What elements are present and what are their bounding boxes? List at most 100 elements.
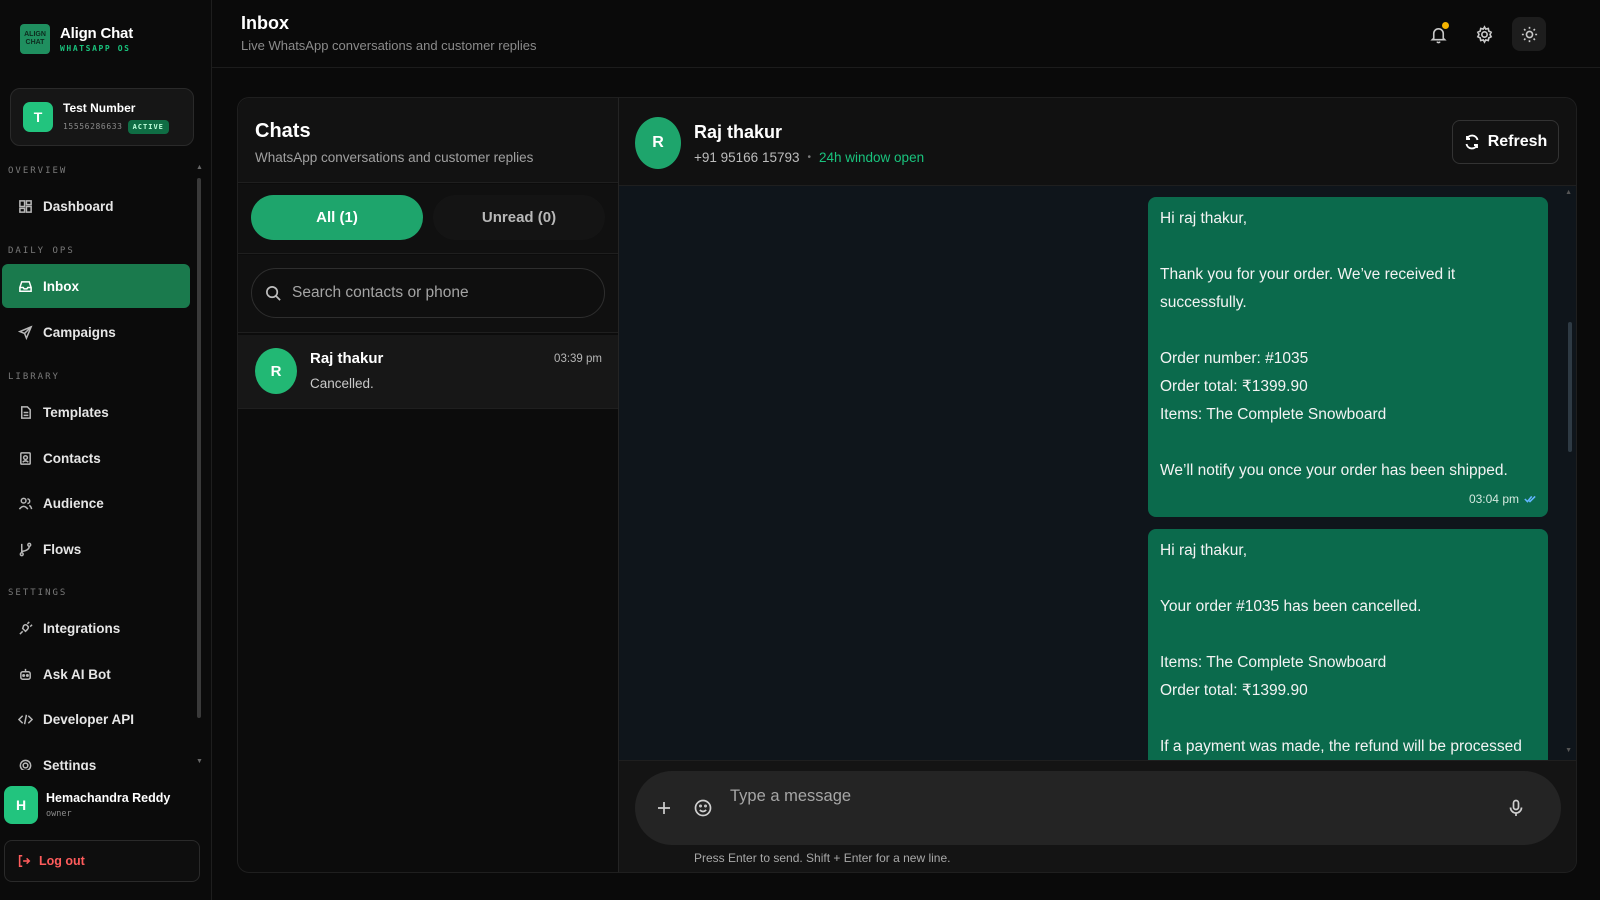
message-bubble: Hi raj thakur, Your order #1035 has been… [1148,529,1548,760]
sidebar-item-dashboard[interactable]: Dashboard [2,184,190,228]
plug-icon [19,620,33,635]
refresh-icon [1465,134,1479,150]
attach-button[interactable] [651,795,677,821]
sidebar-item-label: Campaigns [43,324,116,340]
brand[interactable]: ALIGN CHAT Align Chat WHATSAPP OS [20,24,133,54]
search-box[interactable] [251,268,605,318]
notifications-button[interactable] [1424,20,1452,48]
emoji-button[interactable] [690,795,716,821]
message-line [1160,705,1536,733]
section-label-overview: OVERVIEW [8,166,68,176]
scroll-down-arrow-icon[interactable]: ▼ [196,758,203,765]
message-line: Hi raj thakur, [1160,542,1248,559]
voice-button[interactable] [1503,795,1529,821]
message-line: Hi raj thakur, [1160,210,1248,227]
chats-panel: Chats WhatsApp conversations and custome… [237,97,618,873]
chat-contact-name: Raj thakur [310,350,384,367]
search-row [238,255,618,333]
logout-button[interactable]: Log out [4,840,200,882]
scroll-down-arrow-icon[interactable]: ▼ [1565,747,1572,754]
message-line: If a payment was made, the refund will b… [1160,738,1522,755]
message-meta: 03:04 pm [1160,491,1536,507]
sidebar-item-label: Developer API [43,711,135,727]
page-title: Inbox [241,13,289,33]
sidebar-item-settings[interactable]: Settings [2,743,190,770]
composer-area: Press Enter to send. Shift + Enter for a… [619,760,1576,872]
emoji-icon [694,799,712,817]
chat-list-item[interactable]: R Raj thakur Cancelled. 03:39 pm [238,335,618,409]
chats-header: Chats WhatsApp conversations and custome… [238,98,618,183]
sidebar-item-audience[interactable]: Audience [2,481,190,525]
message-input[interactable] [730,781,1490,811]
contact-book-icon [20,451,31,465]
message-time: 03:04 pm [1468,492,1519,506]
contact-name: Raj thakur [694,122,783,142]
sidebar-item-developer-api[interactable]: Developer API [2,697,190,741]
sidebar-item-templates[interactable]: Templates [2,390,190,434]
brand-subtitle: WHATSAPP OS [60,44,131,53]
separator-dot: • [807,152,811,163]
search-input[interactable] [292,284,582,302]
settings-button[interactable] [1470,20,1498,48]
sidebar-item-label: Ask AI Bot [43,666,111,682]
message-list[interactable]: Hi raj thakur, Thank you for your order.… [619,187,1576,760]
send-icon [18,324,33,340]
avatar: R [635,117,681,169]
sidebar-item-label: Integrations [43,620,121,636]
message-line: We’ll notify you once your order has bee… [1160,462,1508,479]
tab-all[interactable]: All (1) [251,195,423,240]
contact-meta: +91 95166 15793 • 24h window open [694,150,924,165]
sidebar-item-campaigns[interactable]: Campaigns [2,310,190,354]
chats-subtitle: WhatsApp conversations and customer repl… [255,150,534,165]
refresh-label: Refresh [1487,133,1548,150]
sidebar: ALIGN CHAT Align Chat WHATSAPP OS T Test… [0,0,212,900]
logout-label: Log out [39,854,85,868]
nav-menu: OVERVIEW Dashboard DAILY OPS Inbox Campa… [0,160,200,770]
theme-toggle-button[interactable] [1512,17,1546,51]
number-switcher[interactable]: T Test Number 15556286633 ACTIVE [10,88,194,146]
brand-logo: ALIGN CHAT [20,24,50,54]
bot-icon [20,668,31,680]
code-icon [18,714,33,724]
section-label-library: LIBRARY [8,372,60,382]
refresh-button[interactable]: Refresh [1452,120,1559,164]
logout-icon [18,854,31,868]
search-icon [266,285,281,301]
sidebar-item-label: Inbox [43,278,79,294]
sidebar-item-label: Settings [43,757,97,771]
users-icon [18,497,33,510]
sidebar-item-integrations[interactable]: Integrations [2,606,190,650]
avatar: R [255,348,297,394]
message-scrollbar[interactable] [1568,322,1572,452]
brand-name: Align Chat [60,25,133,42]
avatar: H [4,786,38,824]
message-line: Order total: ₹1399.90 [1160,682,1308,699]
scroll-up-arrow-icon[interactable]: ▲ [1565,189,1572,196]
sidebar-item-label: Audience [43,495,104,511]
sidebar-item-contacts[interactable]: Contacts [2,436,190,480]
sidebar-item-label: Contacts [43,450,101,466]
scroll-up-arrow-icon[interactable]: ▲ [196,164,203,171]
sidebar-item-inbox[interactable]: Inbox [2,264,190,308]
message-line: Thank you for your order. We’ve received… [1160,266,1456,311]
notification-dot [1442,22,1449,29]
tab-unread[interactable]: Unread (0) [433,195,605,240]
number-avatar: T [23,102,53,132]
window-status: 24h window open [819,150,925,165]
sidebar-item-ask-ai-bot[interactable]: Ask AI Bot [2,652,190,696]
user-profile[interactable]: H Hemachandra Reddy owner [4,786,170,824]
sidebar-item-flows[interactable]: Flows [2,527,190,571]
conversation-header: R Raj thakur +91 95166 15793 • 24h windo… [619,98,1576,186]
number-phone: 15556286633 [63,122,123,131]
contact-phone: +91 95166 15793 [694,150,800,165]
message-line: Order number: #1035 [1160,350,1309,367]
plus-icon [658,802,670,814]
message-line [1160,621,1536,649]
git-branch-icon [19,542,32,556]
sidebar-scrollbar[interactable] [197,178,201,718]
message-line: Your order #1035 has been cancelled. [1160,598,1422,615]
message-composer [635,771,1561,845]
sidebar-item-label: Dashboard [43,198,114,214]
section-label-settings: SETTINGS [8,588,68,598]
composer-hint: Press Enter to send. Shift + Enter for a… [694,851,951,865]
